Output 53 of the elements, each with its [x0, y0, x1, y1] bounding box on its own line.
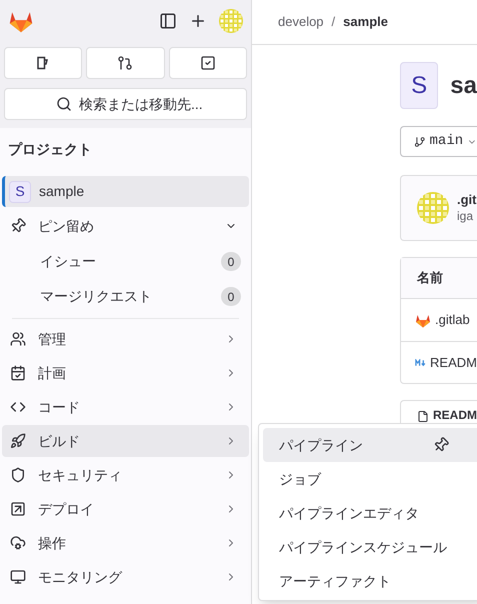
count-badge: 0	[221, 287, 241, 306]
project-name: sample	[39, 182, 84, 201]
project-title: sa	[450, 70, 477, 100]
readme-title: READM	[433, 409, 477, 421]
breadcrumb-link[interactable]: develop	[278, 12, 324, 32]
flyout-item[interactable]: アーティファクト	[263, 564, 477, 598]
nav-icon	[10, 365, 26, 381]
nav-icon	[10, 331, 26, 347]
todo-button[interactable]	[168, 47, 247, 79]
flyout-item[interactable]: パイプラインエディタ	[263, 496, 477, 530]
project-avatar: S	[9, 180, 31, 202]
merge-request-icon	[117, 55, 134, 71]
search-icon	[56, 96, 72, 112]
branch-selector[interactable]: main	[400, 126, 477, 157]
issues-button[interactable]	[4, 47, 82, 79]
project-item[interactable]: S sample	[2, 176, 249, 207]
todo-icon	[200, 55, 216, 71]
gitlab-file-icon	[415, 312, 431, 328]
sidebar-toggle-icon[interactable]	[159, 12, 177, 30]
nav-item[interactable]: モニタリング	[2, 561, 249, 593]
file-name[interactable]: READM	[430, 352, 477, 372]
flyout-item[interactable]: パイプライン	[263, 428, 477, 462]
count-badge: 0	[221, 252, 241, 271]
file-icon	[417, 410, 429, 423]
nav-item[interactable]: 管理	[2, 323, 249, 355]
flyout-item[interactable]: ジョブ	[263, 462, 477, 496]
section-title: プロジェクト	[8, 141, 92, 157]
markdown-icon	[415, 358, 426, 366]
file-name[interactable]: .gitlab	[435, 310, 470, 330]
nav-icon	[10, 467, 26, 483]
project-avatar: S	[400, 62, 438, 109]
nav-icon	[10, 569, 26, 585]
nav-item[interactable]: ビルド	[2, 425, 249, 457]
column-header: 名前	[417, 269, 443, 288]
breadcrumb-current[interactable]: sample	[343, 12, 388, 32]
nav-item[interactable]: 計画	[2, 357, 249, 389]
nav-icon	[10, 501, 26, 517]
branch-icon	[414, 134, 426, 148]
commit-title[interactable]: .git	[457, 192, 476, 209]
nav-item[interactable]: デプロイ	[2, 493, 249, 525]
pinned-item[interactable]: イシュー 0	[2, 244, 249, 279]
new-icon[interactable]	[189, 12, 207, 30]
pinned-section-header[interactable]: ピン留め	[2, 208, 249, 244]
breadcrumb-separator: /	[332, 13, 336, 32]
nav-icon	[10, 535, 26, 551]
commit-author[interactable]: iga	[457, 208, 476, 224]
nav-item[interactable]: 操作	[2, 527, 249, 559]
nav-item[interactable]: コード	[2, 391, 249, 423]
search-field[interactable]: 検索または移動先...	[4, 88, 247, 120]
pinned-item[interactable]: マージリクエスト 0	[2, 279, 249, 314]
flyout-item[interactable]: パイプラインスケジュール	[263, 530, 477, 564]
nav-icon	[10, 433, 26, 449]
nav-item[interactable]: セキュリティ	[2, 459, 249, 491]
